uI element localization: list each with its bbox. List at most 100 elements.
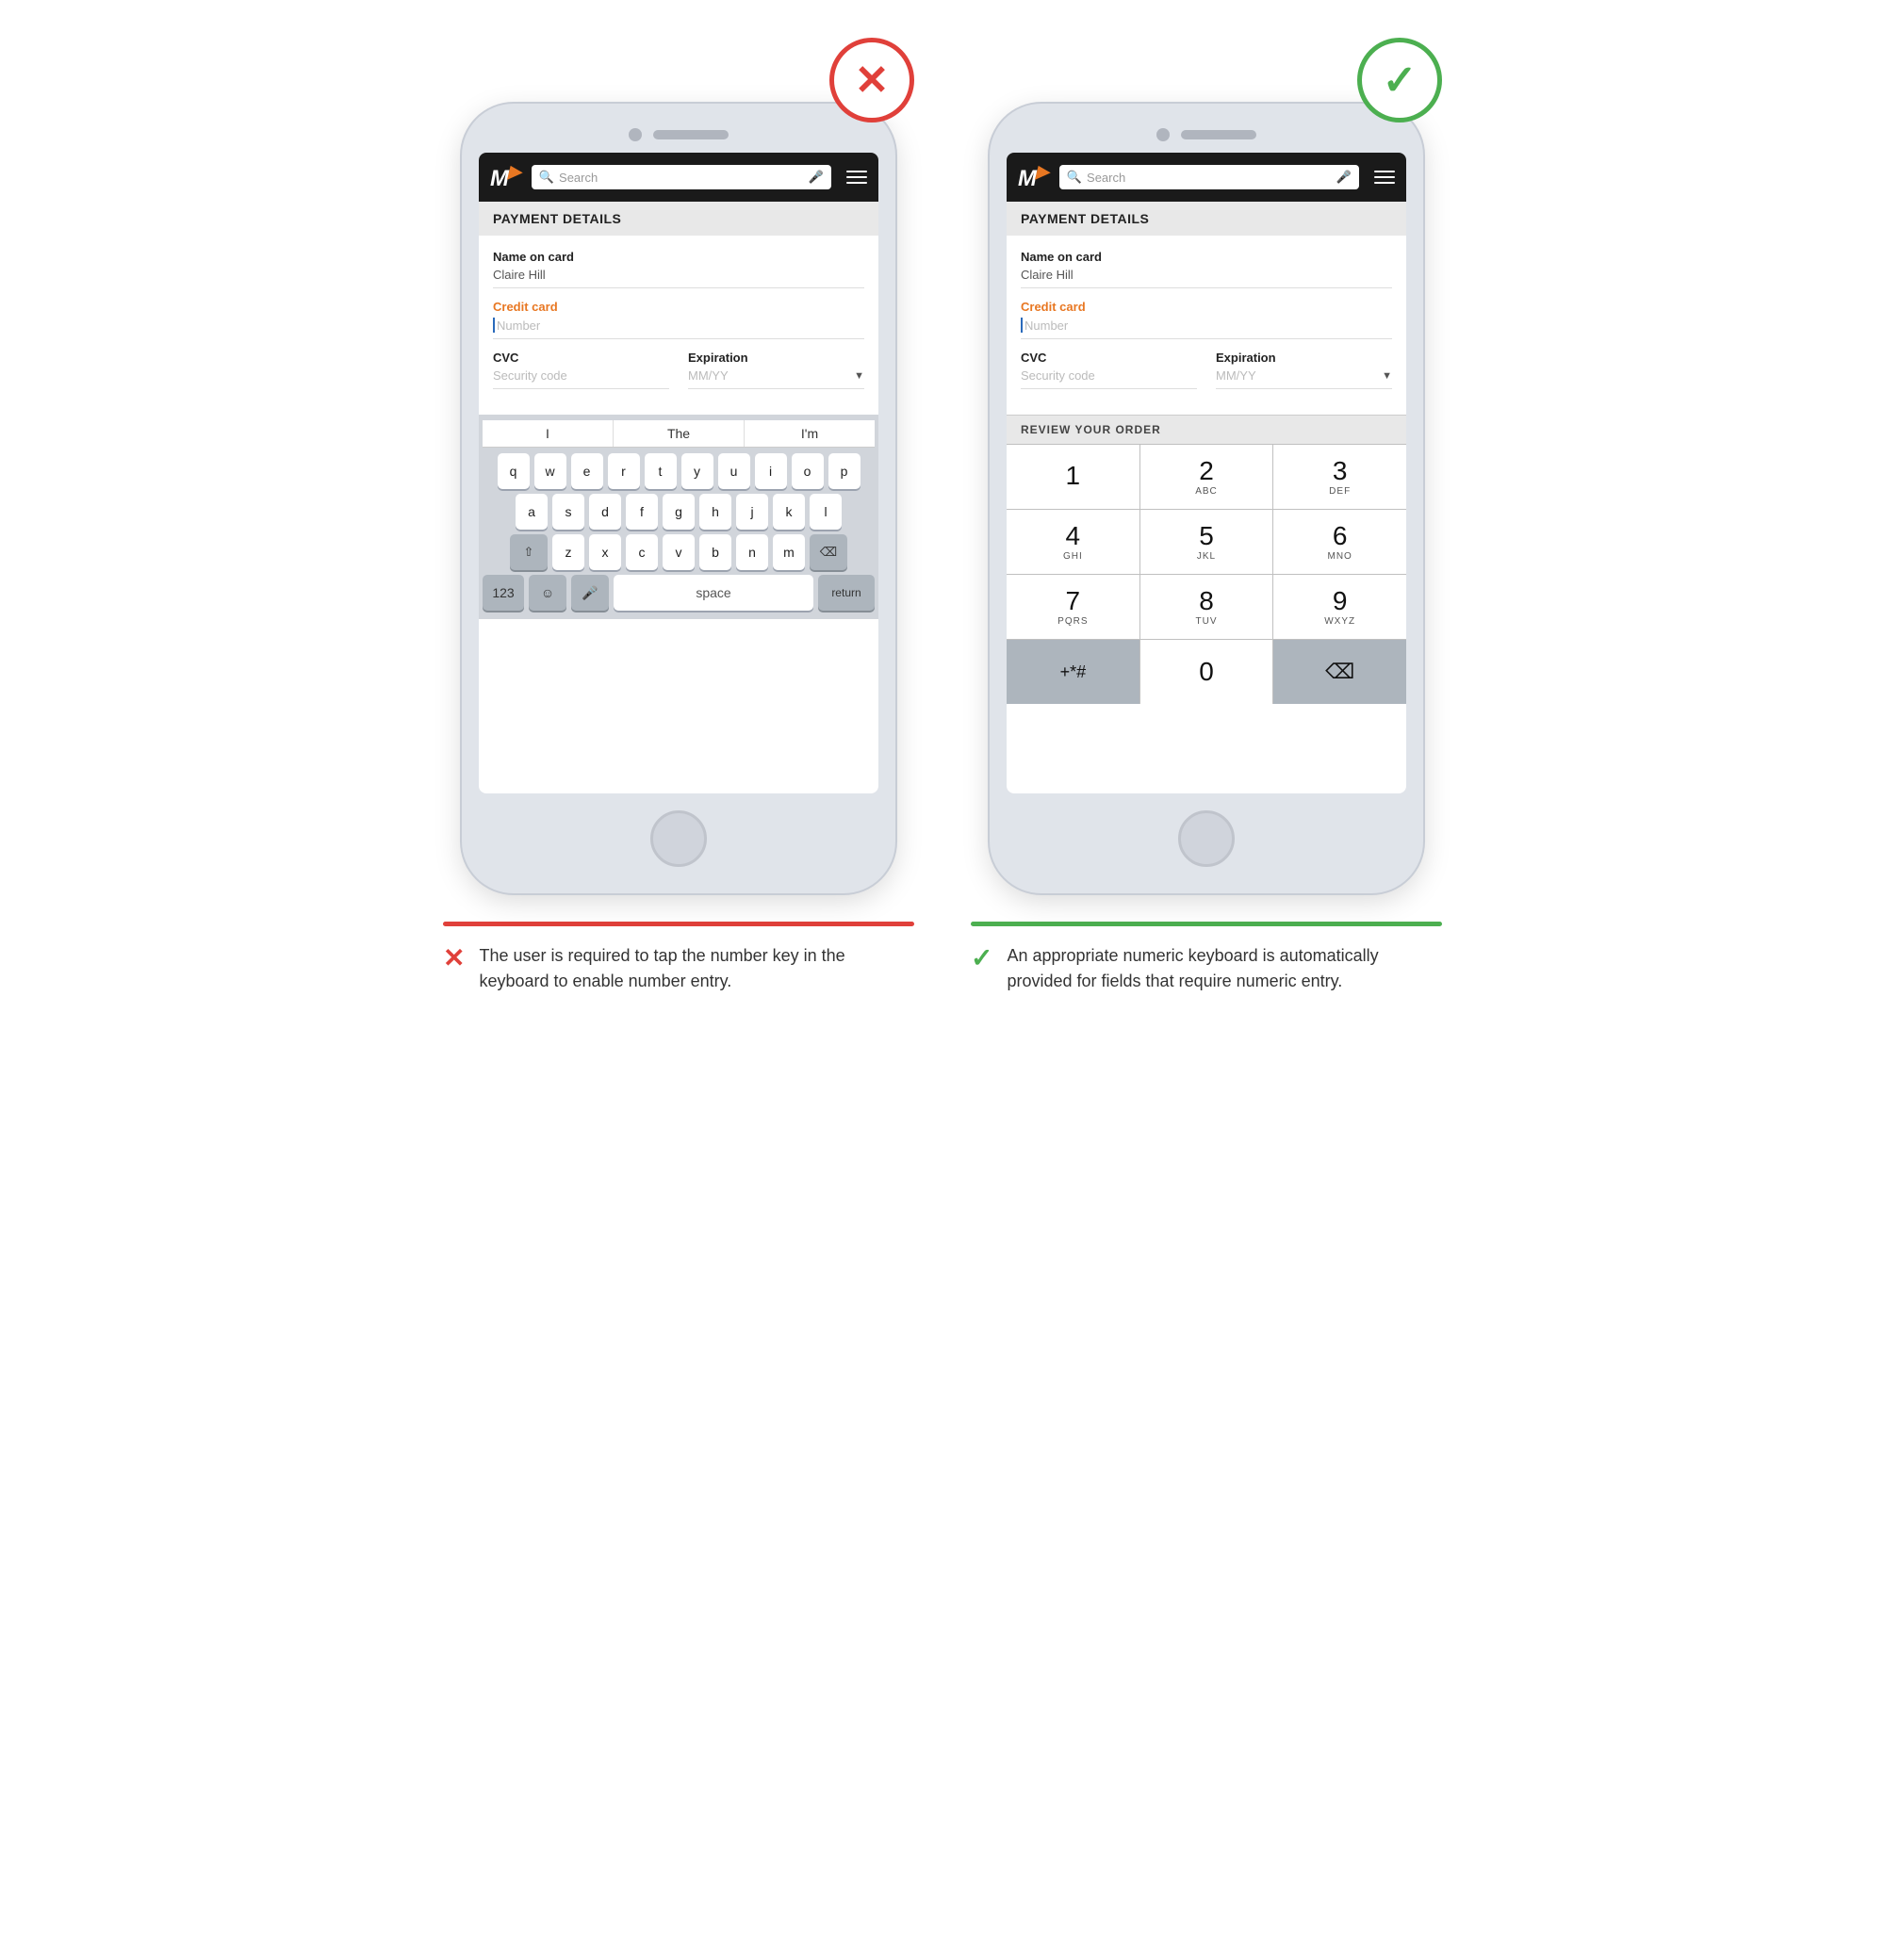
numpad-key-symbols[interactable]: +*#: [1007, 640, 1140, 704]
key-c[interactable]: c: [626, 534, 658, 570]
key-backspace[interactable]: ⌫: [810, 534, 847, 570]
key-e[interactable]: e: [571, 453, 603, 489]
key-u[interactable]: u: [718, 453, 750, 489]
mic-icon-good[interactable]: 🎤: [1336, 170, 1352, 185]
hamburger-menu[interactable]: [846, 171, 867, 184]
cvc-expiration-row: CVC Security code Expiration MM/YY ▼: [493, 351, 864, 400]
credit-card-placeholder-good: Number: [1024, 318, 1068, 333]
numpad-key-1[interactable]: 1: [1007, 445, 1140, 509]
key-mic[interactable]: 🎤: [571, 575, 609, 611]
keyboard-suggestions: I The I'm: [483, 420, 875, 448]
home-button-good[interactable]: [1178, 810, 1235, 867]
keyboard-row-4: 123 ☺ 🎤 space return: [483, 575, 875, 611]
numpad-key-5[interactable]: 5 JKL: [1140, 510, 1274, 574]
numpad-key-3[interactable]: 3 DEF: [1273, 445, 1406, 509]
credit-card-input-good[interactable]: Number: [1021, 318, 1392, 339]
key-g[interactable]: g: [663, 494, 695, 530]
qwerty-keyboard: I The I'm q w e r t y u i o: [479, 415, 878, 619]
caption-text-good: An appropriate numeric keyboard is autom…: [1007, 943, 1442, 994]
caption-line-good: [971, 922, 1442, 926]
name-field: Name on card Claire Hill: [493, 250, 864, 288]
key-k[interactable]: k: [773, 494, 805, 530]
key-d[interactable]: d: [589, 494, 621, 530]
numpad-row-1: 1 2 ABC 3 DEF: [1007, 444, 1406, 509]
name-value[interactable]: Claire Hill: [493, 268, 864, 288]
numpad-row-3: 7 PQRS 8 TUV 9 WXYZ: [1007, 574, 1406, 639]
numeric-keyboard: 1 2 ABC 3 DEF: [1007, 444, 1406, 704]
phone-bottom-bar: [479, 793, 878, 876]
key-n[interactable]: n: [736, 534, 768, 570]
key-t[interactable]: t: [645, 453, 677, 489]
caption-badge-good: ✓: [971, 945, 992, 972]
key-r[interactable]: r: [608, 453, 640, 489]
expiration-label: Expiration: [688, 351, 864, 365]
suggestion-2[interactable]: The: [614, 420, 745, 447]
form-area: Name on card Claire Hill Credit card Num…: [479, 236, 878, 415]
key-f[interactable]: f: [626, 494, 658, 530]
expiration-dropdown-good[interactable]: MM/YY ▼: [1216, 368, 1392, 389]
credit-card-input[interactable]: Number: [493, 318, 864, 339]
keyboard-row-2: a s d f g h j k l: [483, 494, 875, 530]
key-p[interactable]: p: [828, 453, 861, 489]
key-h[interactable]: h: [699, 494, 731, 530]
cvc-label-good: CVC: [1021, 351, 1197, 365]
numpad-key-0[interactable]: 0: [1140, 640, 1274, 704]
numpad-key-4[interactable]: 4 GHI: [1007, 510, 1140, 574]
key-v[interactable]: v: [663, 534, 695, 570]
numpad-key-7[interactable]: 7 PQRS: [1007, 575, 1140, 639]
credit-card-field-good: Credit card Number: [1021, 300, 1392, 339]
phone-top-bar: [479, 121, 878, 153]
caption-badge-bad: ✕: [443, 945, 465, 972]
search-text-good: Search: [1087, 171, 1332, 185]
mic-icon[interactable]: 🎤: [809, 170, 824, 185]
good-caption: ✓ An appropriate numeric keyboard is aut…: [971, 922, 1442, 1004]
text-cursor: [493, 318, 495, 333]
key-i[interactable]: i: [755, 453, 787, 489]
numpad-key-9[interactable]: 9 WXYZ: [1273, 575, 1406, 639]
expiration-dropdown[interactable]: MM/YY ▼: [688, 368, 864, 389]
key-j[interactable]: j: [736, 494, 768, 530]
key-space[interactable]: space: [614, 575, 813, 611]
key-a[interactable]: a: [516, 494, 548, 530]
app-header: M▶ 🔍 Search 🎤: [479, 153, 878, 202]
search-bar-good[interactable]: 🔍 Search 🎤: [1059, 165, 1359, 189]
bad-badge: ✕: [829, 38, 914, 122]
dropdown-arrow-icon-good: ▼: [1382, 370, 1392, 382]
key-y[interactable]: y: [681, 453, 713, 489]
suggestion-1[interactable]: I: [483, 420, 614, 447]
key-w[interactable]: w: [534, 453, 566, 489]
search-bar[interactable]: 🔍 Search 🎤: [532, 165, 831, 189]
key-shift[interactable]: ⇧: [510, 534, 548, 570]
caption-line-bad: [443, 922, 914, 926]
key-b[interactable]: b: [699, 534, 731, 570]
key-z[interactable]: z: [552, 534, 584, 570]
search-icon: 🔍: [539, 170, 554, 185]
hamburger-menu-good[interactable]: [1374, 171, 1395, 184]
key-m[interactable]: m: [773, 534, 805, 570]
text-cursor-good: [1021, 318, 1023, 333]
name-value-good[interactable]: Claire Hill: [1021, 268, 1392, 288]
numpad-row-4: +*# 0 ⌫: [1007, 639, 1406, 704]
cvc-placeholder-good[interactable]: Security code: [1021, 368, 1197, 389]
key-emoji[interactable]: ☺: [529, 575, 566, 611]
numpad-key-backspace[interactable]: ⌫: [1273, 640, 1406, 704]
cvc-placeholder[interactable]: Security code: [493, 368, 669, 389]
numpad-key-2[interactable]: 2 ABC: [1140, 445, 1274, 509]
search-icon-good: 🔍: [1067, 170, 1082, 185]
dropdown-arrow-icon: ▼: [854, 370, 864, 382]
good-phone-shell: M▶ 🔍 Search 🎤 PAYMENT DETAILS: [990, 104, 1423, 893]
suggestion-3[interactable]: I'm: [745, 420, 875, 447]
key-o[interactable]: o: [792, 453, 824, 489]
numpad-key-8[interactable]: 8 TUV: [1140, 575, 1274, 639]
key-q[interactable]: q: [498, 453, 530, 489]
key-x[interactable]: x: [589, 534, 621, 570]
name-field-good: Name on card Claire Hill: [1021, 250, 1392, 288]
key-123[interactable]: 123: [483, 575, 524, 611]
keyboard-row-3: ⇧ z x c v b n m ⌫: [483, 534, 875, 570]
numpad-key-6[interactable]: 6 MNO: [1273, 510, 1406, 574]
cvc-field: CVC Security code: [493, 351, 669, 389]
key-l[interactable]: l: [810, 494, 842, 530]
key-return[interactable]: return: [818, 575, 875, 611]
home-button[interactable]: [650, 810, 707, 867]
key-s[interactable]: s: [552, 494, 584, 530]
